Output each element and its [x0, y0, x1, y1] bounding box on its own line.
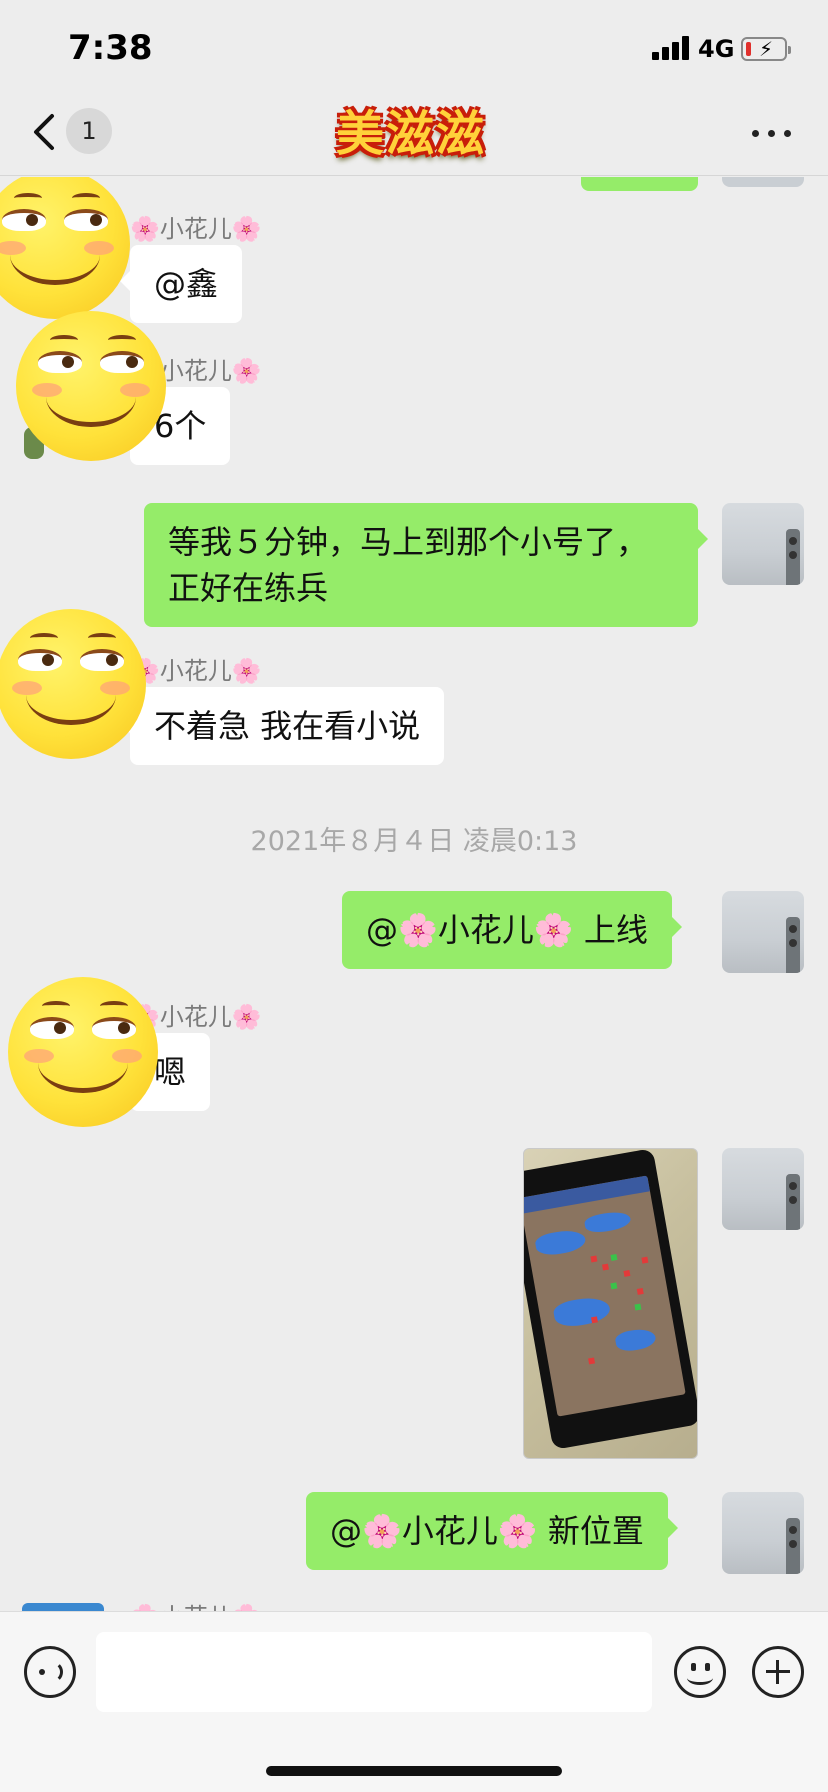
message-bubble[interactable]: @鑫	[119, 245, 243, 323]
chat-header: 1 美滋滋	[0, 100, 828, 176]
sender-name: 🌸小花儿🌸	[130, 215, 262, 243]
message-input[interactable]	[96, 1632, 652, 1712]
avatar-self[interactable]	[722, 1148, 804, 1230]
more-dots-icon[interactable]	[752, 130, 792, 140]
chevron-left-icon[interactable]	[30, 110, 60, 154]
sender-name: 🌸小花儿🌸	[130, 657, 262, 685]
input-bar	[0, 1611, 828, 1792]
image-message[interactable]	[523, 1148, 698, 1459]
avatar-self[interactable]	[722, 891, 804, 973]
sticker-emoji-icon	[0, 609, 146, 759]
unread-badge[interactable]: 1	[66, 108, 112, 154]
avatar-self[interactable]	[722, 1492, 804, 1574]
sender-name: 🌸小花儿🌸	[130, 1597, 262, 1611]
avatar[interactable]	[22, 1603, 104, 1611]
network-type: 4G	[698, 35, 735, 63]
message-bubble-self[interactable]: 等我５分钟，马上到那个小号了，正好在练兵	[144, 503, 708, 627]
home-indicator	[266, 1766, 562, 1776]
voice-icon[interactable]	[24, 1646, 76, 1698]
timestamp: 2021年８月４日 凌晨0:13	[250, 826, 578, 857]
sticker-emoji-icon	[0, 177, 130, 319]
message-bubble-self[interactable]: @🌸小花儿🌸 新位置	[306, 1492, 678, 1570]
phone-photo	[524, 1149, 697, 1450]
sticker-emoji-icon	[8, 977, 158, 1127]
message-bubble[interactable]: 不着急 我在看小说	[119, 687, 445, 765]
message-bubble-self[interactable]: @🌸小花儿🌸 上线	[342, 891, 682, 969]
emoji-icon[interactable]	[674, 1646, 726, 1698]
signal-icon	[652, 36, 692, 60]
avatar-fragment	[722, 177, 804, 187]
message-list[interactable]: 🌸小花儿🌸 @鑫 🌸小花儿🌸 6个 等我５分钟，马上到那个小号了，正好在练兵 🌸…	[0, 177, 828, 1611]
status-time: 7:38	[68, 28, 153, 68]
battery-icon: ⚡	[741, 37, 791, 61]
plus-icon[interactable]	[752, 1646, 804, 1698]
sticker-emoji-icon	[16, 311, 166, 461]
status-bar: 7:38 4G ⚡	[0, 0, 828, 100]
prev-bubble-fragment	[581, 177, 698, 191]
avatar-self[interactable]	[722, 503, 804, 585]
chat-title: 美滋滋	[336, 106, 487, 162]
